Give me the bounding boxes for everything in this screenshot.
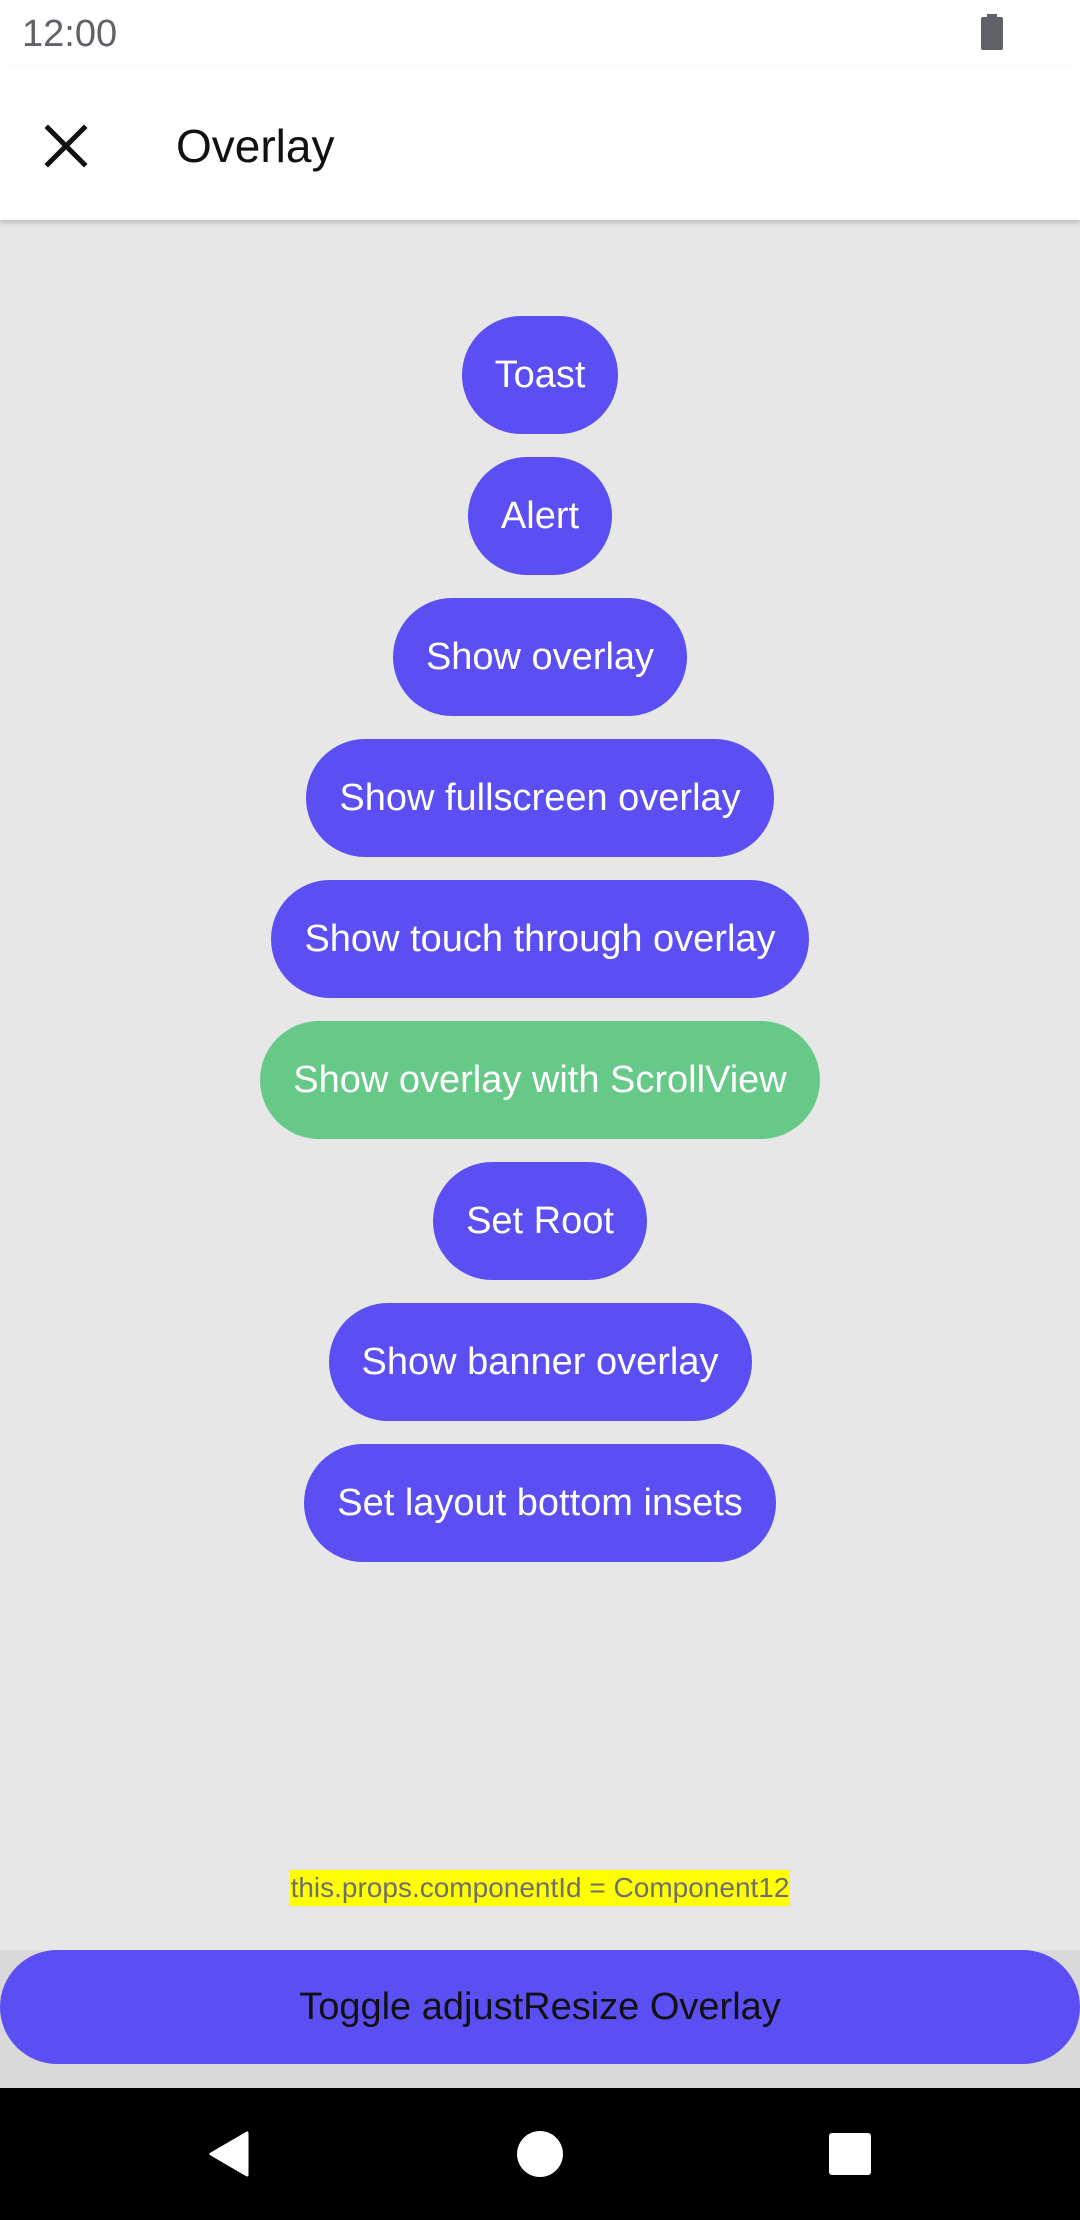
show-overlay-with-scrollview-button[interactable]: Show overlay with ScrollView xyxy=(260,1021,820,1139)
page-title: Overlay xyxy=(176,120,335,172)
battery-icon xyxy=(980,14,1004,50)
show-overlay-button[interactable]: Show overlay xyxy=(392,598,688,716)
button-list: Toast Alert Show overlay Show fullscreen… xyxy=(0,316,1080,1585)
home-circle-icon[interactable] xyxy=(510,2124,570,2184)
close-icon[interactable] xyxy=(36,116,96,176)
component-id-label: this.props.componentId = Component12 xyxy=(0,1870,1080,1906)
alert-button[interactable]: Alert xyxy=(467,457,613,575)
overlay-screen-content: Toast Alert Show overlay Show fullscreen… xyxy=(0,220,1080,1950)
status-time: 12:00 xyxy=(22,13,118,55)
app-bar: Overlay xyxy=(0,66,1080,220)
system-nav-bar xyxy=(0,2088,1080,2220)
back-triangle-icon[interactable] xyxy=(200,2124,260,2184)
set-root-button[interactable]: Set Root xyxy=(433,1162,647,1280)
show-banner-overlay-button[interactable]: Show banner overlay xyxy=(328,1303,752,1421)
component-id-text: this.props.componentId = Component12 xyxy=(289,1870,791,1906)
toast-button[interactable]: Toast xyxy=(461,316,619,434)
recents-square-icon[interactable] xyxy=(820,2124,880,2184)
status-bar: 12:00 xyxy=(0,0,1080,66)
toggle-adjust-resize-overlay-button[interactable]: Toggle adjustResize Overlay xyxy=(0,1950,1080,2064)
bottom-bar: Toggle adjustResize Overlay xyxy=(0,1950,1080,2088)
show-fullscreen-overlay-button[interactable]: Show fullscreen overlay xyxy=(306,739,774,857)
set-layout-bottom-insets-button[interactable]: Set layout bottom insets xyxy=(304,1444,776,1562)
show-touch-through-overlay-button[interactable]: Show touch through overlay xyxy=(271,880,809,998)
